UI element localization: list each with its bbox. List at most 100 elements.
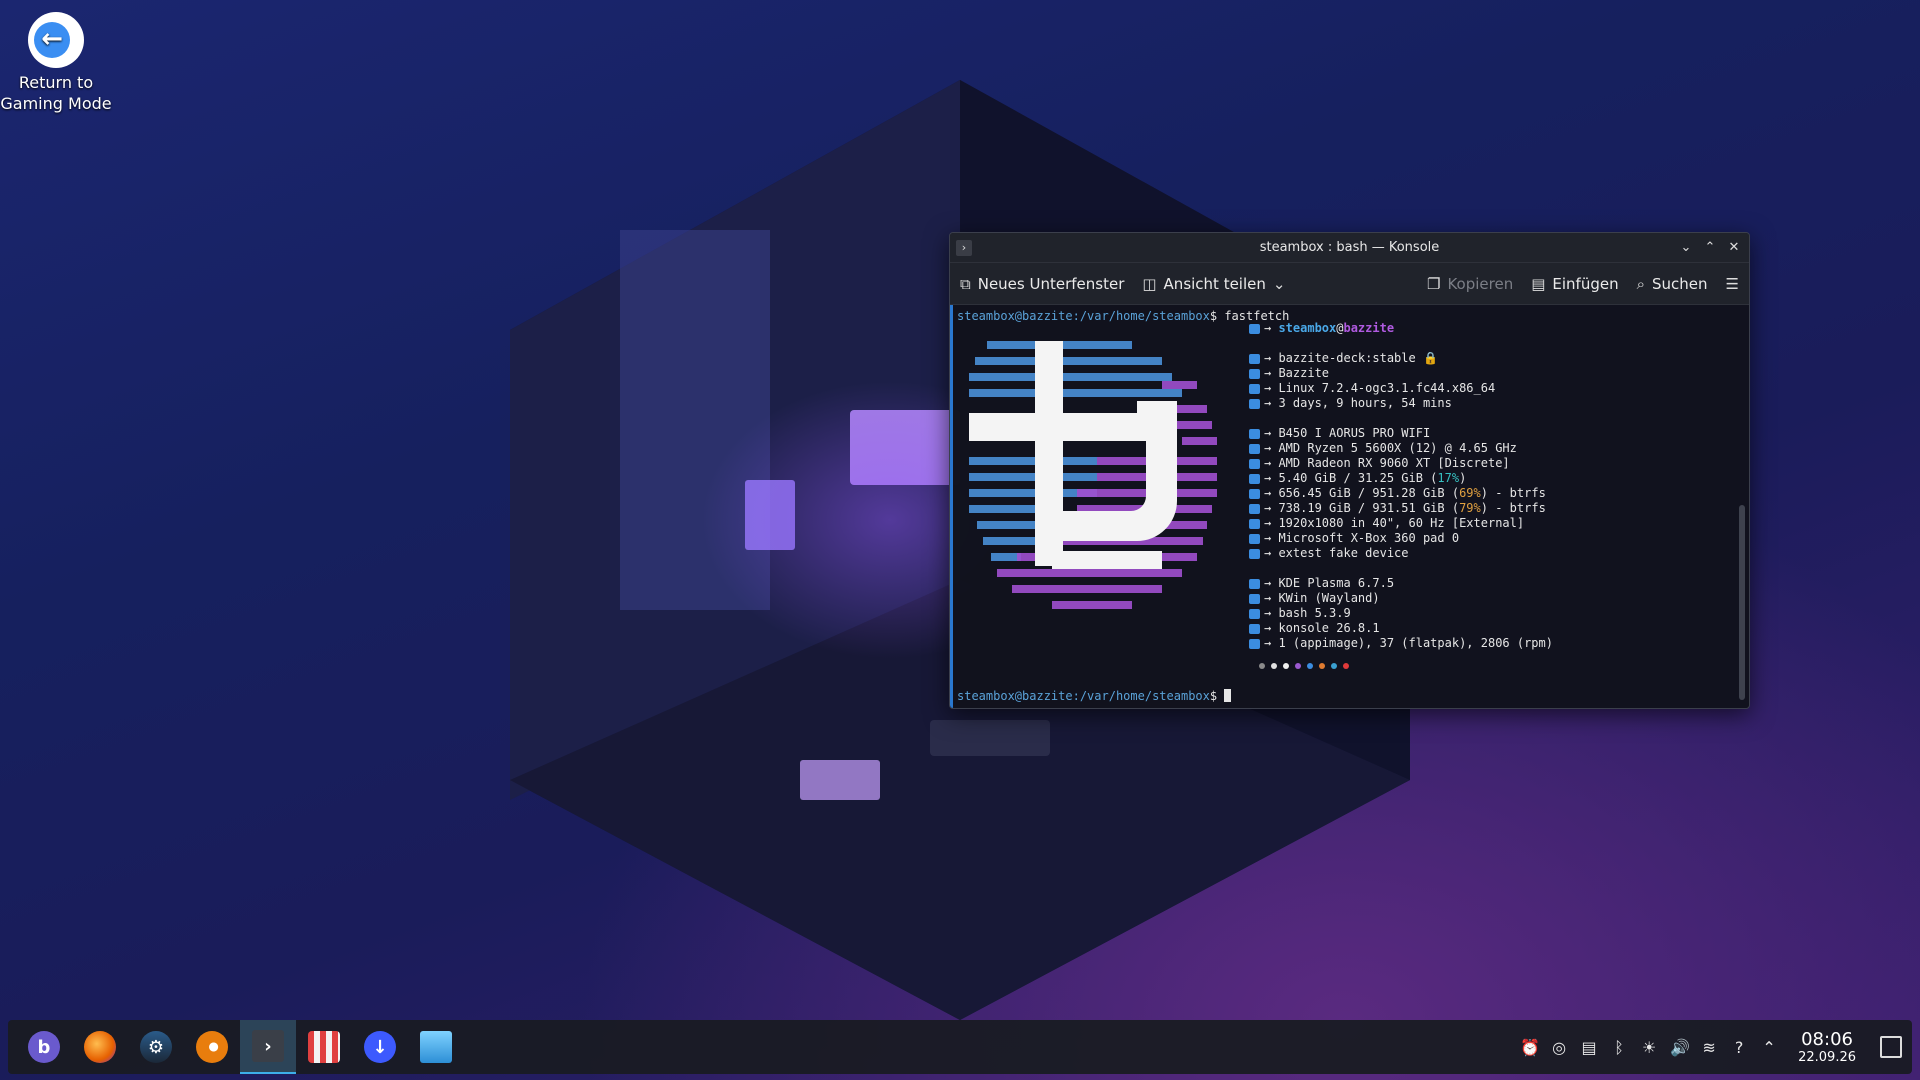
prompt-user: steambox@bazzite <box>957 689 1073 703</box>
info-shell: → bash 5.3.9 <box>1249 606 1729 621</box>
chevron-up-icon[interactable]: ⌃ <box>1760 1038 1778 1057</box>
bazzite-menu-icon: b <box>28 1031 60 1063</box>
paste-label: Einfügen <box>1552 274 1619 293</box>
terminal-scrollbar[interactable] <box>1739 505 1745 700</box>
info-user-host: → steambox @ bazzite <box>1249 321 1729 336</box>
prompt-path: :/var/home/steambox <box>1072 309 1210 323</box>
wifi-icon[interactable]: ≋ <box>1700 1038 1718 1057</box>
taskbar-app-firefox[interactable] <box>72 1020 128 1074</box>
taskbar-app-bazaar[interactable] <box>296 1020 352 1074</box>
find-button[interactable]: ⌕ Suchen <box>1637 275 1708 293</box>
brightness-icon[interactable]: ☀ <box>1640 1038 1658 1057</box>
info-terminal-text: → konsole 26.8.1 <box>1264 621 1380 635</box>
taskbar-apps: b ⚙ › ↓ <box>16 1020 464 1074</box>
close-icon[interactable]: ✕ <box>1725 239 1743 257</box>
info-memory-pct: 17% <box>1437 471 1460 485</box>
taskbar: b ⚙ › ↓ ⏰ ◎ ▤ ᛒ ☀ 🔊 ≋ ? ⌃ 08:06 22.09.26 <box>8 1020 1912 1074</box>
color-dot <box>1331 663 1337 669</box>
show-desktop-button[interactable] <box>1880 1036 1902 1058</box>
blender-icon <box>196 1031 228 1063</box>
split-view-button[interactable]: ◫ Ansicht teilen ⌄ <box>1142 275 1285 293</box>
taskbar-app-bazzite-menu[interactable]: b <box>16 1020 72 1074</box>
info-packages-text: → 1 (appimage), 37 (flatpak), 2806 (rpm) <box>1264 636 1553 650</box>
paste-icon: ▤ <box>1531 274 1546 293</box>
volume-icon[interactable]: 🔊 <box>1670 1038 1690 1057</box>
taskbar-app-steam[interactable]: ⚙ <box>128 1020 184 1074</box>
color-palette-dots <box>1259 663 1349 669</box>
info-os-image-text: → bazzite-deck:stable 🔒 <box>1264 351 1438 365</box>
memory-icon <box>1249 473 1260 484</box>
bazzite-ascii-logo <box>969 341 1217 609</box>
info-kernel: → Linux 7.2.4-ogc3.1.fc44.x86_64 <box>1249 381 1729 396</box>
clock-icon <box>1249 398 1260 409</box>
copy-icon: ❐ <box>1427 274 1441 293</box>
clock-date: 22.09.26 <box>1798 1049 1856 1065</box>
color-dot <box>1295 663 1301 669</box>
new-tab-icon: ⧉ <box>960 274 971 293</box>
clock[interactable]: 08:06 22.09.26 <box>1798 1028 1856 1065</box>
desktop-env-icon <box>1249 578 1260 589</box>
display-icon <box>1249 518 1260 529</box>
new-tab-button[interactable]: ⧉ Neues Unterfenster <box>960 275 1124 293</box>
konsole-icon: › <box>252 1030 284 1062</box>
desktop-icon-return-to-gaming-mode[interactable]: ← Return to Gaming Mode <box>0 8 112 114</box>
desktop-icon-label-line1: Return to <box>18 73 94 92</box>
clipboard-icon[interactable]: ▤ <box>1580 1038 1598 1057</box>
info-disk2: → 738.19 GiB / 931.51 GiB (79%) - btrfs <box>1249 501 1729 516</box>
info-gpu: → AMD Radeon RX 9060 XT [Discrete] <box>1249 456 1729 471</box>
terminal-view[interactable]: steambox@bazzite:/var/home/steambox$ fas… <box>950 305 1749 708</box>
steam-back-icon: ← <box>28 12 84 68</box>
window-titlebar[interactable]: › steambox : bash — Konsole ⌄ ⌃ ✕ <box>950 233 1749 263</box>
info-gamepad2-text: → extest fake device <box>1264 546 1409 560</box>
info-kernel-text: → Linux 7.2.4-ogc3.1.fc44.x86_64 <box>1264 381 1496 395</box>
hamburger-menu-button[interactable]: ☰ <box>1726 275 1739 293</box>
color-dot <box>1307 663 1313 669</box>
copy-button[interactable]: ❐ Kopieren <box>1427 275 1513 293</box>
info-packages: → 1 (appimage), 37 (flatpak), 2806 (rpm) <box>1249 636 1729 651</box>
text-cursor <box>1224 689 1232 702</box>
disk-icon <box>1249 503 1260 514</box>
prompt-user: steambox@bazzite <box>957 309 1073 323</box>
konsole-app-icon[interactable]: › <box>956 239 972 256</box>
minimize-icon[interactable]: ⌄ <box>1677 239 1695 257</box>
info-gamepad2: → extest fake device <box>1249 546 1729 561</box>
terminal-icon <box>1249 623 1260 634</box>
maximize-icon[interactable]: ⌃ <box>1701 239 1719 257</box>
info-memory: → 5.40 GiB / 31.25 GiB (17%) <box>1249 471 1729 486</box>
info-display-text: → 1920x1080 in 40", 60 Hz [External] <box>1264 516 1525 530</box>
help-icon[interactable]: ? <box>1730 1038 1748 1057</box>
color-dot <box>1319 663 1325 669</box>
info-shell-text: → bash 5.3.9 <box>1264 606 1351 620</box>
kernel-icon <box>1249 383 1260 394</box>
taskbar-app-blender[interactable] <box>184 1020 240 1074</box>
download-icon: ↓ <box>364 1031 396 1063</box>
info-memory-prefix: → 5.40 GiB / 31.25 GiB ( <box>1264 471 1438 485</box>
package-icon <box>1249 638 1260 649</box>
paste-button[interactable]: ▤ Einfügen <box>1531 275 1618 293</box>
info-gpu-text: → AMD Radeon RX 9060 XT [Discrete] <box>1264 456 1510 470</box>
notification-alarm-icon[interactable]: ⏰ <box>1520 1038 1540 1057</box>
steam-tray-icon[interactable]: ◎ <box>1550 1038 1568 1057</box>
new-tab-label: Neues Unterfenster <box>977 274 1125 293</box>
clock-time: 08:06 <box>1801 1028 1853 1050</box>
info-os: → Bazzite <box>1249 366 1729 381</box>
taskbar-app-dolphin[interactable] <box>408 1020 464 1074</box>
gpu-icon <box>1249 458 1260 469</box>
board-icon <box>1249 428 1260 439</box>
current-prompt-line: steambox@bazzite:/var/home/steambox$ <box>957 689 1232 704</box>
bazaar-store-icon <box>308 1031 340 1063</box>
shell-icon <box>1249 608 1260 619</box>
info-user: steambox <box>1278 321 1337 335</box>
split-view-label: Ansicht teilen <box>1163 274 1266 293</box>
taskbar-app-konsole[interactable]: › <box>240 1020 296 1074</box>
copy-label: Kopieren <box>1447 274 1514 293</box>
find-label: Suchen <box>1652 274 1708 293</box>
search-icon: ⌕ <box>1636 274 1646 293</box>
info-cpu-text: → AMD Ryzen 5 5600X (12) @ 4.65 GHz <box>1264 441 1517 455</box>
info-disk1: → 656.45 GiB / 951.28 GiB (69%) - btrfs <box>1249 486 1729 501</box>
info-disk2-prefix: → 738.19 GiB / 931.51 GiB ( <box>1264 501 1460 515</box>
info-at: @ <box>1336 321 1344 335</box>
bluetooth-icon[interactable]: ᛒ <box>1610 1038 1628 1057</box>
taskbar-app-warehouse[interactable]: ↓ <box>352 1020 408 1074</box>
info-disk2-pct: 79% <box>1459 501 1481 515</box>
